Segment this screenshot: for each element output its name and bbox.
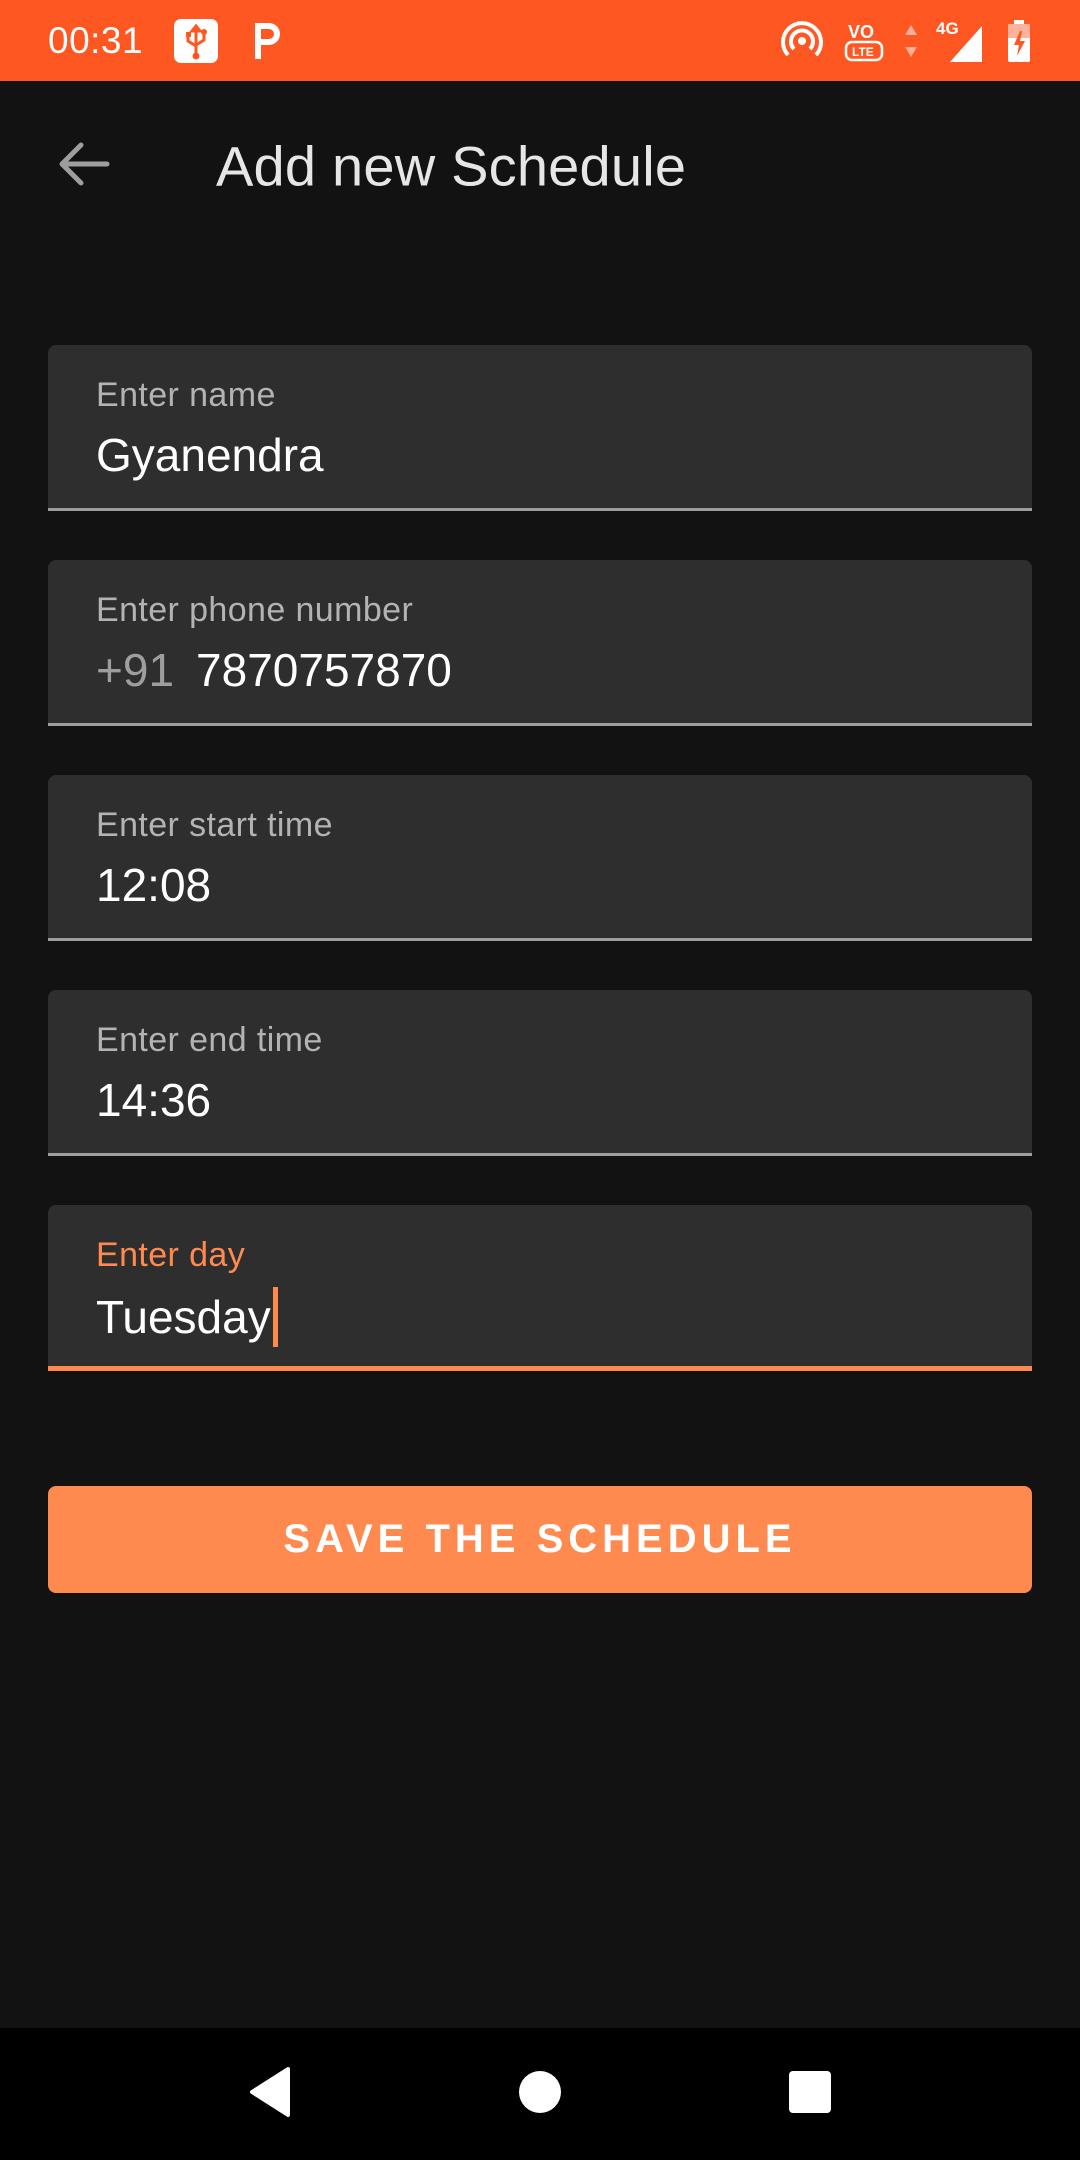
status-time: 00:31 — [48, 19, 144, 61]
save-schedule-button[interactable]: SAVE THE SCHEDULE — [48, 1486, 1032, 1593]
end-time-input[interactable]: 14:36 — [96, 1072, 984, 1128]
nav-back-button[interactable] — [225, 2049, 315, 2139]
end-time-value: 14:36 — [96, 1074, 212, 1126]
day-field[interactable]: Enter day Tuesday — [48, 1205, 1032, 1371]
status-bar: 00:31 VO LTE 4G — [0, 0, 1080, 81]
start-time-value: 12:08 — [96, 859, 212, 911]
phone-field-label: Enter phone number — [96, 591, 414, 629]
page-title: Add new Schedule — [216, 134, 687, 198]
battery-charging-icon — [1006, 19, 1032, 63]
phone-input[interactable]: +91 7870757870 — [96, 642, 984, 698]
app-bar: Add new Schedule — [0, 81, 1080, 251]
svg-text:VO: VO — [848, 22, 874, 42]
arrow-back-icon — [55, 139, 111, 194]
back-button[interactable] — [48, 131, 118, 201]
phone-prefix: +91 — [96, 644, 175, 696]
start-time-field-label: Enter start time — [96, 806, 333, 844]
screen: 00:31 VO LTE 4G Add new Schedule Enter n… — [0, 0, 1080, 2160]
navigation-bar — [0, 2028, 1080, 2160]
start-time-input[interactable]: 12:08 — [96, 857, 984, 913]
hotspot-icon — [780, 19, 824, 63]
day-field-label: Enter day — [96, 1236, 246, 1274]
name-field-label: Enter name — [96, 376, 276, 414]
status-left: 00:31 — [48, 18, 285, 64]
data-arrows-icon — [904, 21, 918, 61]
name-field[interactable]: Enter name Gyanendra — [48, 345, 1032, 511]
name-input[interactable]: Gyanendra — [96, 427, 984, 483]
recents-square-icon — [786, 2068, 834, 2121]
back-triangle-icon — [246, 2065, 294, 2124]
nav-recents-button[interactable] — [765, 2049, 855, 2139]
nav-home-button[interactable] — [495, 2049, 585, 2139]
start-time-field[interactable]: Enter start time 12:08 — [48, 775, 1032, 941]
day-input[interactable]: Tuesday — [96, 1287, 984, 1347]
status-right: VO LTE 4G — [780, 18, 1032, 64]
svg-text:4G: 4G — [936, 19, 959, 38]
svg-text:LTE: LTE — [852, 45, 874, 59]
text-cursor — [272, 1287, 278, 1347]
phone-value: 7870757870 — [196, 644, 452, 696]
usb-icon — [173, 18, 219, 64]
day-value: Tuesday — [96, 1291, 271, 1343]
end-time-field-label: Enter end time — [96, 1021, 323, 1059]
end-time-field[interactable]: Enter end time 14:36 — [48, 990, 1032, 1156]
parking-icon — [249, 19, 285, 63]
home-circle-icon — [516, 2068, 564, 2121]
volte-icon: VO LTE — [842, 18, 886, 64]
name-value: Gyanendra — [96, 429, 324, 481]
signal-icon: 4G — [936, 18, 988, 64]
phone-field[interactable]: Enter phone number +91 7870757870 — [48, 560, 1032, 726]
